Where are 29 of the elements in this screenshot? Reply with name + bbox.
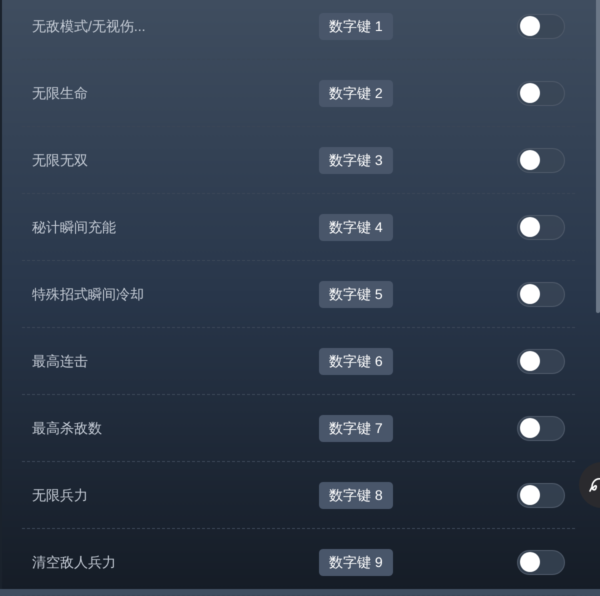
hotkey-badge: 数字键 4 bbox=[319, 214, 393, 240]
curl-icon bbox=[589, 477, 600, 493]
toggle-switch[interactable] bbox=[517, 482, 565, 508]
hotkey-badge: 数字键 9 bbox=[319, 548, 393, 576]
cheat-name: 清空敌人兵力 bbox=[32, 552, 117, 572]
hotkey-badge: 数字键 3 bbox=[319, 146, 393, 174]
hotkey-badge: 数字键 7 bbox=[319, 414, 393, 442]
toggle-switch[interactable] bbox=[517, 348, 565, 374]
cheat-name: 最高杀敌数 bbox=[32, 418, 103, 438]
toggle-switch[interactable] bbox=[517, 14, 565, 38]
cheat-name: 无敌模式/无视伤... bbox=[32, 16, 147, 36]
hotkey-badge: 数字键 8 bbox=[319, 482, 393, 508]
cheat-name: 特殊招式瞬间冷却 bbox=[32, 284, 145, 304]
hotkey-badge: 数字键 1 bbox=[319, 12, 393, 40]
toggle-switch[interactable] bbox=[517, 148, 565, 172]
toggle-switch[interactable] bbox=[517, 282, 565, 306]
toggle-switch[interactable] bbox=[517, 214, 565, 240]
hotkey-badge: 数字键 2 bbox=[319, 80, 393, 106]
cheat-name: 无限无双 bbox=[32, 150, 89, 170]
cheat-name: 最高连击 bbox=[32, 352, 89, 370]
cheat-name: 秘计瞬间充能 bbox=[32, 218, 117, 236]
scrollbar[interactable] bbox=[596, 0, 600, 313]
toggle-switch[interactable] bbox=[517, 416, 565, 440]
hotkey-badge: 数字键 6 bbox=[319, 348, 393, 374]
hotkey-badge: 数字键 5 bbox=[319, 280, 393, 308]
toggle-switch[interactable] bbox=[517, 80, 565, 106]
cheat-name: 无限兵力 bbox=[32, 486, 89, 504]
cheat-name: 无限生命 bbox=[32, 84, 89, 102]
toggle-switch[interactable] bbox=[517, 550, 565, 574]
